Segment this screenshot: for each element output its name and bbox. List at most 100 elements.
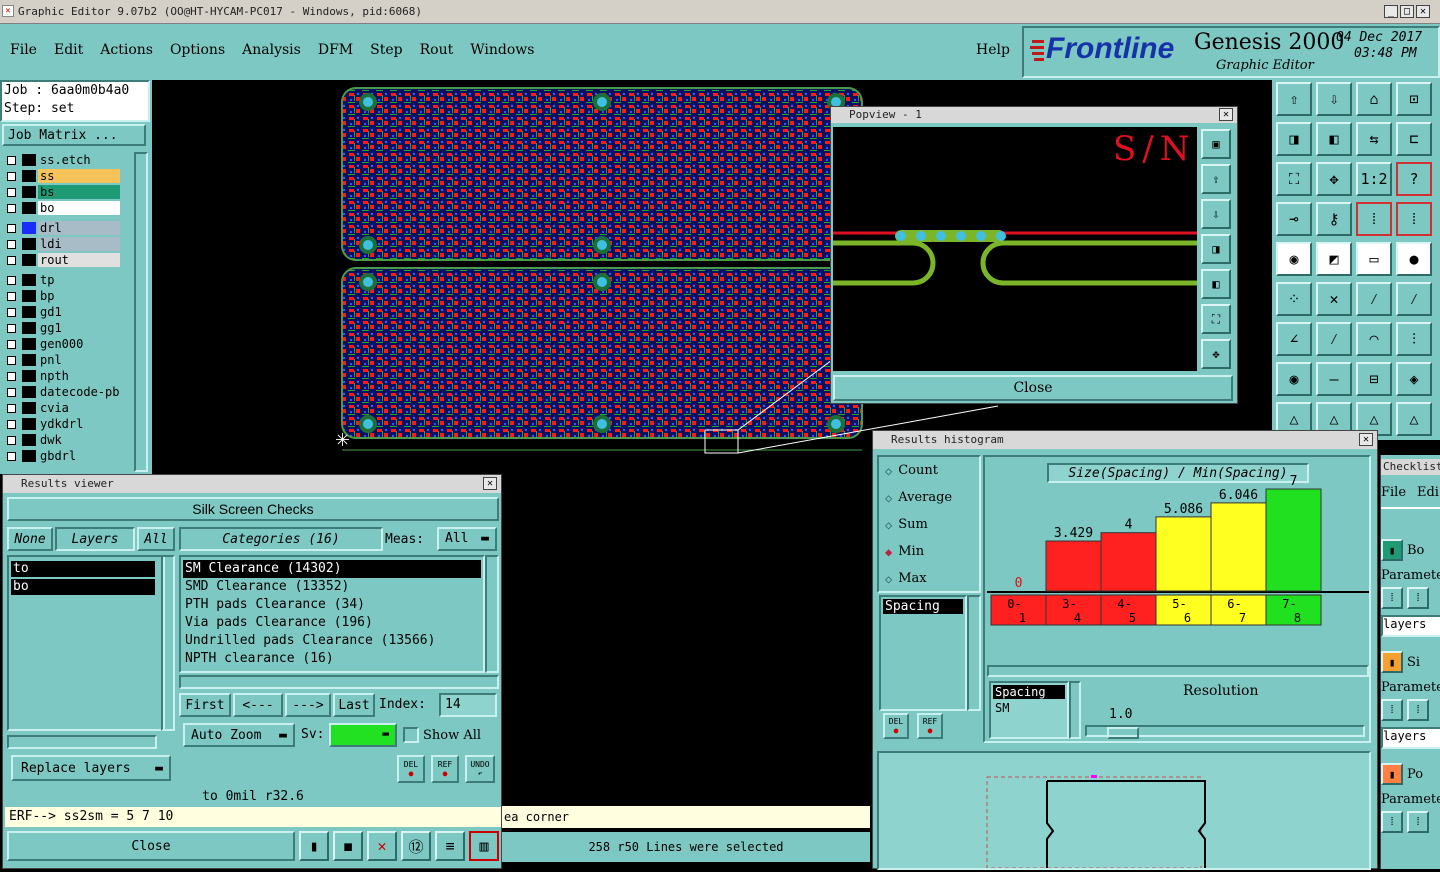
check-tool-icon[interactable]: ⁞ bbox=[1381, 587, 1403, 609]
layers-red-icon[interactable]: ⁞ bbox=[1356, 202, 1392, 236]
layer-affected-swatch[interactable] bbox=[22, 402, 36, 414]
layer-checkbox[interactable] bbox=[7, 223, 16, 233]
layer-results-scrollbar[interactable] bbox=[161, 555, 175, 731]
arrow-diag-icon[interactable]: ⁄ bbox=[1316, 322, 1352, 356]
square-icon[interactable]: ◈ bbox=[1396, 362, 1432, 396]
resolution-slider[interactable] bbox=[1085, 725, 1365, 739]
panel-right-icon[interactable]: ◧ bbox=[1316, 122, 1352, 156]
histogram-bar[interactable] bbox=[1100, 532, 1157, 592]
check-item-label[interactable]: Po bbox=[1407, 767, 1423, 782]
aggregate-option-count[interactable]: ◇ Count bbox=[879, 457, 979, 484]
layer-row[interactable]: datecode-pbc bbox=[0, 384, 134, 400]
layers-blue-icon[interactable]: ⁞ bbox=[1396, 202, 1432, 236]
layer-affected-swatch[interactable] bbox=[22, 186, 36, 198]
fill-icon[interactable]: ◉ bbox=[1276, 242, 1312, 276]
layer-row[interactable]: rout bbox=[0, 252, 134, 268]
split-icon[interactable]: ⫶ bbox=[1396, 322, 1432, 356]
category-list[interactable]: SM Clearance (14302) SMD Clearance (13352… bbox=[179, 555, 485, 673]
category-item[interactable]: SMD Clearance (13352) bbox=[183, 578, 481, 596]
pop-left-icon[interactable]: ◨ bbox=[1201, 234, 1231, 264]
ruler-icon[interactable]: ▭ bbox=[1356, 242, 1392, 276]
aggregate-option-sum[interactable]: ◇ Sum bbox=[879, 511, 979, 538]
swap-icon[interactable]: ⇆ bbox=[1356, 122, 1392, 156]
pop-up-icon[interactable]: ▣ bbox=[1201, 129, 1231, 159]
layer-name[interactable]: tp bbox=[38, 273, 120, 287]
layer-name[interactable]: gen000 bbox=[38, 337, 120, 351]
menu-help[interactable]: Help bbox=[976, 42, 1010, 58]
menu-options[interactable]: Options bbox=[170, 42, 225, 58]
layer-name[interactable]: drl bbox=[38, 221, 120, 235]
layer-name[interactable]: datecode-pbc bbox=[38, 385, 120, 399]
panel-left-icon[interactable]: ◨ bbox=[1276, 122, 1312, 156]
layer-row[interactable]: gd1 bbox=[0, 304, 134, 320]
layer-row[interactable]: ss bbox=[0, 168, 134, 184]
hist-ref-button[interactable]: REF ● bbox=[917, 713, 943, 739]
histogram-list-scrollbar[interactable] bbox=[967, 595, 981, 711]
layer-row[interactable]: cvia bbox=[0, 400, 134, 416]
triangle-d-icon[interactable]: △ bbox=[1396, 402, 1432, 436]
layer-results-list[interactable]: to bo bbox=[7, 555, 165, 731]
show-all-checkbox[interactable]: Show All bbox=[403, 727, 481, 743]
auto-zoom-dropdown[interactable]: Auto Zoom ▬ bbox=[183, 723, 295, 747]
layer-affected-swatch[interactable] bbox=[22, 322, 36, 334]
layer-row[interactable]: npth bbox=[0, 368, 134, 384]
spacing-type-list[interactable]: Spacing SM bbox=[989, 681, 1069, 739]
window-home-icon[interactable]: ⌂ bbox=[1356, 82, 1392, 116]
category-item[interactable]: Undrilled pads Clearance (13566) bbox=[183, 632, 481, 650]
category-item[interactable]: PTH pads Clearance (34) bbox=[183, 596, 481, 614]
layer-result-item[interactable]: to bbox=[11, 561, 155, 577]
draw-icon[interactable]: ◩ bbox=[1316, 242, 1352, 276]
radio-diamond-icon[interactable]: ◇ bbox=[885, 464, 892, 478]
window-xy-icon[interactable]: ⊡ bbox=[1396, 82, 1432, 116]
layer-affected-swatch[interactable] bbox=[22, 202, 36, 214]
category-hscroll[interactable] bbox=[179, 675, 499, 689]
layer-row[interactable]: bp bbox=[0, 288, 134, 304]
check-tool-icon[interactable]: ⁞ bbox=[1407, 699, 1429, 721]
snap-icon[interactable]: ⊏ bbox=[1396, 122, 1432, 156]
del-button[interactable]: DEL ● bbox=[397, 755, 425, 783]
layer-checkbox[interactable] bbox=[7, 403, 16, 413]
category-item[interactable]: Via pads Clearance (196) bbox=[183, 614, 481, 632]
type-list-scrollbar[interactable] bbox=[1069, 681, 1081, 739]
layer-name[interactable]: gbdrl bbox=[38, 449, 120, 463]
check-tool-icon[interactable]: ⁞ bbox=[1381, 699, 1403, 721]
layer-checkbox[interactable] bbox=[7, 451, 16, 461]
layer-checkbox[interactable] bbox=[7, 187, 16, 197]
layer-name[interactable]: bp bbox=[38, 289, 120, 303]
line-blue-icon[interactable]: ⁄ bbox=[1396, 282, 1432, 316]
check-item-label[interactable]: Si bbox=[1407, 655, 1420, 670]
category-item[interactable]: SM Clearance (14302) bbox=[183, 560, 481, 578]
menu-windows[interactable]: Windows bbox=[470, 42, 534, 58]
layer-row[interactable]: pnl bbox=[0, 352, 134, 368]
measure-icon[interactable]: ⊸ bbox=[1276, 202, 1312, 236]
layer-result-item[interactable]: bo bbox=[11, 579, 155, 595]
angle-icon[interactable]: ∠ bbox=[1276, 322, 1312, 356]
categories-tab[interactable]: Categories (16) bbox=[179, 527, 383, 551]
minus-icon[interactable]: — bbox=[1316, 362, 1352, 396]
sv-color-dropdown[interactable]: ▬ bbox=[329, 723, 397, 747]
point-icon[interactable]: ● bbox=[1396, 242, 1432, 276]
pop-down-icon[interactable]: ⇩ bbox=[1201, 199, 1231, 229]
layer-name[interactable]: dwk bbox=[38, 433, 120, 447]
help-question-icon[interactable]: ? bbox=[1396, 162, 1432, 196]
pop-expand-icon[interactable]: ⛶ bbox=[1201, 304, 1231, 334]
arc-icon[interactable]: ◠ bbox=[1356, 322, 1392, 356]
layer-checkbox[interactable] bbox=[7, 291, 16, 301]
check-status-icon[interactable]: ▮ bbox=[1381, 651, 1403, 673]
layer-name[interactable]: gg1 bbox=[38, 321, 120, 335]
layer-name[interactable]: bo bbox=[38, 201, 120, 215]
next-button[interactable]: ---> bbox=[285, 693, 331, 717]
layers-field[interactable]: layers bbox=[1381, 615, 1440, 637]
aggregate-option-min[interactable]: ◆ Min bbox=[879, 538, 979, 565]
slider-thumb[interactable] bbox=[1107, 727, 1139, 739]
layer-name[interactable]: gd1 bbox=[38, 305, 120, 319]
popview-close-button[interactable]: Close bbox=[833, 375, 1233, 401]
layer-row[interactable]: dwk bbox=[0, 432, 134, 448]
layer-affected-swatch[interactable] bbox=[22, 386, 36, 398]
layer-affected-swatch[interactable] bbox=[22, 238, 36, 250]
category-scrollbar[interactable] bbox=[485, 555, 499, 673]
layer-name[interactable]: ldi bbox=[38, 237, 120, 251]
window-up-icon[interactable]: ⇧ bbox=[1276, 82, 1312, 116]
layer-row[interactable]: gg1 bbox=[0, 320, 134, 336]
cross-icon[interactable]: ✕ bbox=[1316, 282, 1352, 316]
